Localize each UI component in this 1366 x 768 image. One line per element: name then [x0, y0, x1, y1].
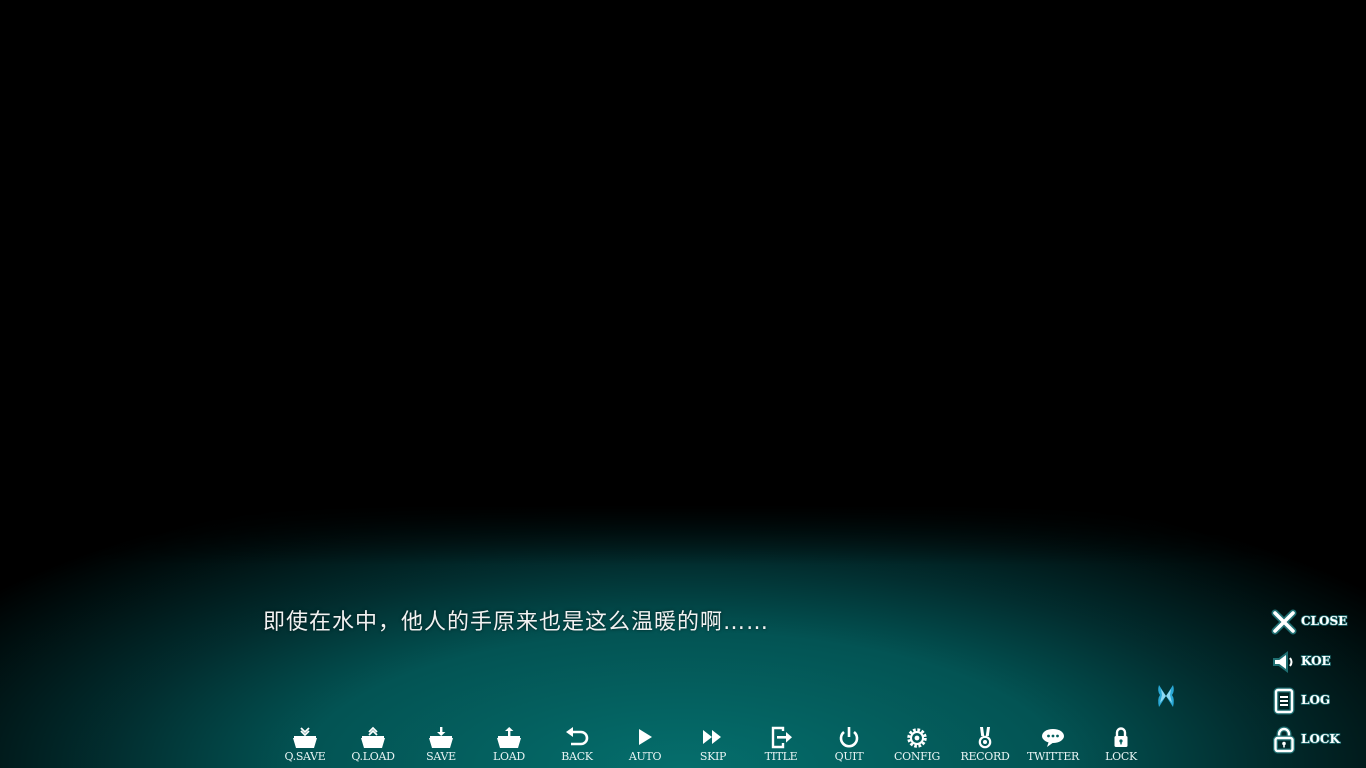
- config-label: CONFIG: [893, 750, 941, 763]
- log-document-icon: [1273, 687, 1295, 715]
- auto-label: AUTO: [628, 750, 662, 763]
- config-button[interactable]: CONFIG: [883, 722, 951, 766]
- save-label: SAVE: [426, 750, 456, 763]
- lock-icon: [1114, 727, 1128, 747]
- quick-menu-toolbar: Q.SAVE Q.LOAD SAVE LOAD BACK AUTO SKIP T…: [271, 722, 1151, 766]
- gear-icon: [907, 728, 927, 748]
- padlock-icon: [1273, 726, 1295, 754]
- title-label: TITLE: [764, 750, 798, 763]
- save-button[interactable]: SAVE: [407, 722, 475, 766]
- quit-label: QUIT: [834, 750, 864, 763]
- lock-button[interactable]: LOCK: [1087, 722, 1155, 766]
- qsave-button[interactable]: Q.SAVE: [271, 722, 339, 766]
- save-icon: [429, 727, 453, 748]
- quit-button[interactable]: QUIT: [815, 722, 883, 766]
- twitter-button[interactable]: TWITTER: [1019, 722, 1087, 766]
- quick-load-icon: [361, 726, 385, 748]
- log-label: LOG: [1300, 692, 1331, 708]
- qload-label: Q.LOAD: [351, 750, 395, 763]
- lock-side-button[interactable]: LOCK: [1268, 724, 1362, 754]
- log-button[interactable]: LOG: [1268, 685, 1362, 715]
- qsave-label: Q.SAVE: [284, 750, 326, 763]
- quick-save-icon: [293, 727, 317, 748]
- close-button[interactable]: CLOSE: [1268, 606, 1362, 636]
- record-button[interactable]: RECORD: [951, 722, 1019, 766]
- qload-button[interactable]: Q.LOAD: [339, 722, 407, 766]
- load-label: LOAD: [493, 750, 525, 763]
- close-x-icon: [1271, 609, 1297, 635]
- medal-icon: [978, 727, 992, 749]
- fast-forward-icon: [703, 730, 721, 744]
- close-label: CLOSE: [1300, 613, 1348, 629]
- koe-button[interactable]: KOE: [1268, 646, 1362, 676]
- back-label: BACK: [561, 750, 593, 763]
- lock-side-label: LOCK: [1300, 731, 1340, 747]
- power-icon: [839, 727, 859, 748]
- auto-button[interactable]: AUTO: [611, 722, 679, 766]
- skip-label: SKIP: [699, 750, 727, 763]
- back-button[interactable]: BACK: [543, 722, 611, 766]
- butterfly-icon: [1156, 683, 1176, 709]
- speech-bubble-icon: [1042, 729, 1064, 747]
- speaker-icon: [1273, 651, 1293, 673]
- play-icon: [639, 729, 652, 745]
- game-screen[interactable]: 即使在水中，他人的手原来也是这么温暖的啊…… Q.SAVE Q.LOAD SAV…: [0, 0, 1366, 768]
- skip-button[interactable]: SKIP: [679, 722, 747, 766]
- twitter-label: TWITTER: [1026, 750, 1080, 763]
- record-label: RECORD: [960, 750, 1010, 763]
- lock-label: LOCK: [1105, 750, 1137, 763]
- koe-label: KOE: [1300, 653, 1331, 669]
- title-button[interactable]: TITLE: [747, 722, 815, 766]
- load-button[interactable]: LOAD: [475, 722, 543, 766]
- load-icon: [497, 727, 521, 748]
- back-arrow-icon: [566, 727, 589, 746]
- dialogue-text: 即使在水中，他人的手原来也是这么温暖的啊……: [263, 610, 770, 635]
- side-menu: CLOSE KOE LOG LOCK: [1268, 606, 1364, 756]
- exit-to-title-icon: [771, 726, 792, 749]
